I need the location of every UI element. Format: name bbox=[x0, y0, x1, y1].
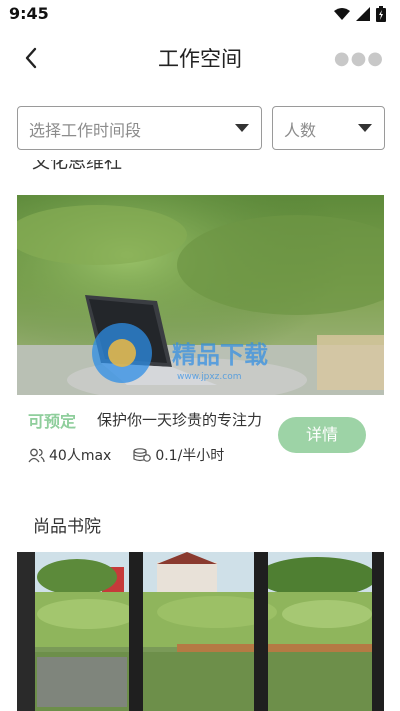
wifi-icon bbox=[334, 8, 350, 20]
status-badge: 可预定 bbox=[28, 412, 77, 431]
filter-bar: 选择工作时间段 人数 bbox=[17, 106, 385, 152]
capacity-text: 40人max bbox=[49, 448, 112, 464]
workspace-list[interactable]: 文化思维社 精品下载 www.jpxz.com 可预定 保护你一天珍贵的专注力 … bbox=[0, 160, 400, 711]
people-count-placeholder: 人数 bbox=[284, 121, 317, 140]
card-title: 文化思维社 bbox=[32, 160, 122, 173]
more-options-icon[interactable]: ●●● bbox=[334, 48, 384, 69]
watermark-subtext: www.jpxz.com bbox=[177, 372, 241, 382]
card-description: 保护你一天珍贵的专注力 bbox=[97, 411, 263, 429]
capacity-info: 40人max bbox=[28, 445, 111, 465]
card-title: 尚品书院 bbox=[33, 517, 101, 537]
price-text: 0.1/半小时 bbox=[155, 448, 225, 464]
details-button[interactable]: 详情 bbox=[278, 417, 366, 453]
workspace-photo[interactable] bbox=[17, 552, 384, 711]
coins-icon bbox=[133, 447, 152, 462]
chevron-down-icon bbox=[235, 124, 249, 132]
battery-icon bbox=[376, 6, 386, 22]
time-slot-select[interactable]: 选择工作时间段 bbox=[17, 106, 262, 150]
status-bar: 9:45 bbox=[0, 0, 400, 28]
card-meta-row: 40人max 0.1/半小时 bbox=[28, 445, 246, 465]
watermark-text: 精品下载 bbox=[172, 341, 268, 369]
workspace-photo[interactable]: 精品下载 www.jpxz.com bbox=[17, 195, 384, 395]
status-icons bbox=[334, 6, 386, 22]
price-info: 0.1/半小时 bbox=[133, 445, 224, 465]
signal-icon bbox=[356, 7, 370, 21]
top-bar: 工作空间 ●●● bbox=[0, 28, 400, 90]
status-time: 9:45 bbox=[9, 4, 49, 23]
time-slot-placeholder: 选择工作时间段 bbox=[29, 121, 142, 140]
people-icon bbox=[28, 448, 45, 462]
people-count-select[interactable]: 人数 bbox=[272, 106, 385, 150]
chevron-down-icon bbox=[358, 124, 372, 132]
